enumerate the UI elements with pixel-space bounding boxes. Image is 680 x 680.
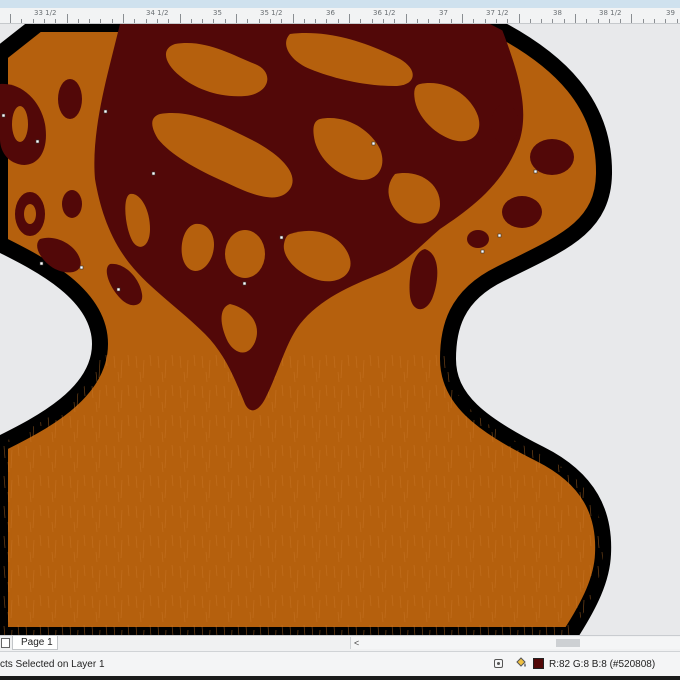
ruler-tick [259,19,260,23]
ruler-tick [33,19,34,23]
vase-artwork[interactable] [0,24,680,635]
ruler-tick [180,14,181,23]
scrollbar-thumb[interactable] [556,639,580,647]
ruler-tick [89,19,90,23]
ruler-tick [44,19,45,23]
ruler-tick [417,19,418,23]
page-icon[interactable] [1,638,10,648]
ruler-tick [575,14,576,23]
ruler-tick [439,19,440,23]
ruler-tick [677,19,678,23]
ruler-label: 38 1/2 [599,9,622,17]
fill-color-readout: R:82 G:8 B:8 (#520808) [549,659,656,670]
page-navigation-bar: Page 1 < [0,635,680,651]
selection-status-text: cts Selected on Layer 1 [0,659,105,670]
ruler-tick [643,19,644,23]
ruler-tick [100,19,101,23]
ruler-label: 36 1/2 [373,9,396,17]
ruler-tick [123,14,124,23]
drawing-canvas[interactable] [0,24,680,635]
ruler-label: 39 [666,9,675,17]
ruler-label: 37 [439,9,448,17]
ruler-tick [507,19,508,23]
ruler-tick [654,19,655,23]
ruler-tick [349,14,350,23]
ruler-tick [609,19,610,23]
ruler-tick [485,19,486,23]
ruler-tick [586,19,587,23]
ruler-tick [55,19,56,23]
ruler-tick [338,19,339,23]
fill-bucket-icon[interactable] [514,656,528,670]
ruler-tick [236,14,237,23]
horizontal-ruler[interactable]: 33 1/2 34 1/2 35 35 1/2 36 36 1/2 37 37 … [0,8,680,24]
ruler-tick [406,14,407,23]
snap-target-icon[interactable] [494,659,503,668]
ruler-tick [247,19,248,23]
ruler-tick [146,19,147,23]
ruler-tick [383,19,384,23]
ruler-label: 38 [553,9,562,17]
chevron-left-icon[interactable]: < [354,637,359,649]
ruler-tick [530,19,531,23]
ruler-tick [451,19,452,23]
ruler-tick [270,19,271,23]
ruler-tick [496,19,497,23]
page-tab-1[interactable]: Page 1 [12,636,58,650]
ruler-tick [10,14,11,23]
fill-color-swatch[interactable] [533,658,544,669]
ruler-tick [293,14,294,23]
ruler-tick [428,19,429,23]
ruler-tick [168,19,169,23]
ruler-tick [225,19,226,23]
ruler-tick [360,19,361,23]
ruler-tick [213,19,214,23]
ruler-tick [281,19,282,23]
ruler-tick [315,19,316,23]
ruler-tick [473,19,474,23]
ruler-label: 37 1/2 [486,9,509,17]
ruler-tick [21,19,22,23]
ruler-tick [541,19,542,23]
ruler-tick [202,19,203,23]
ruler-tick [394,19,395,23]
status-bar: cts Selected on Layer 1 R:82 G:8 B:8 (#5… [0,651,680,677]
ruler-tick [620,19,621,23]
window-top-strip [0,0,680,8]
ruler-tick [112,19,113,23]
ruler-label: 36 [326,9,335,17]
ruler-tick [598,19,599,23]
ruler-label: 35 [213,9,222,17]
ruler-tick [304,19,305,23]
wood-grain-texture [0,354,605,635]
ruler-tick [67,14,68,23]
ruler-tick [157,19,158,23]
ruler-tick [564,19,565,23]
ruler-label: 33 1/2 [34,9,57,17]
ruler-tick [134,19,135,23]
ruler-tick [78,19,79,23]
ruler-label: 35 1/2 [260,9,283,17]
ruler-tick [519,14,520,23]
ruler-tick [462,14,463,23]
window-bottom-edge [0,676,680,680]
ruler-tick [552,19,553,23]
ruler-tick [326,19,327,23]
ruler-tick [631,14,632,23]
ruler-tick [372,19,373,23]
ruler-tick [665,19,666,23]
ruler-label: 34 1/2 [146,9,169,17]
horizontal-scrollbar[interactable]: < [350,637,680,649]
ruler-tick [191,19,192,23]
